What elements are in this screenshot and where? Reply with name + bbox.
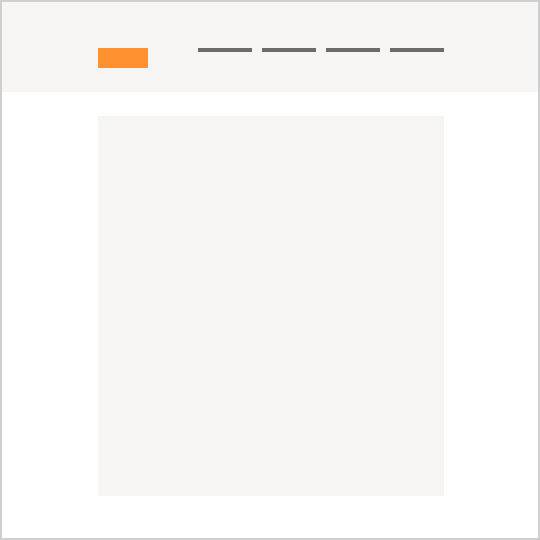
logo-block[interactable] [98,48,148,68]
header-bar [2,2,538,92]
nav-item-4[interactable] [390,48,444,52]
page-frame [0,0,540,540]
nav-menu [198,48,448,52]
nav-item-1[interactable] [198,48,252,52]
nav-item-3[interactable] [326,48,380,52]
content-placeholder [98,116,444,496]
nav-item-2[interactable] [262,48,316,52]
